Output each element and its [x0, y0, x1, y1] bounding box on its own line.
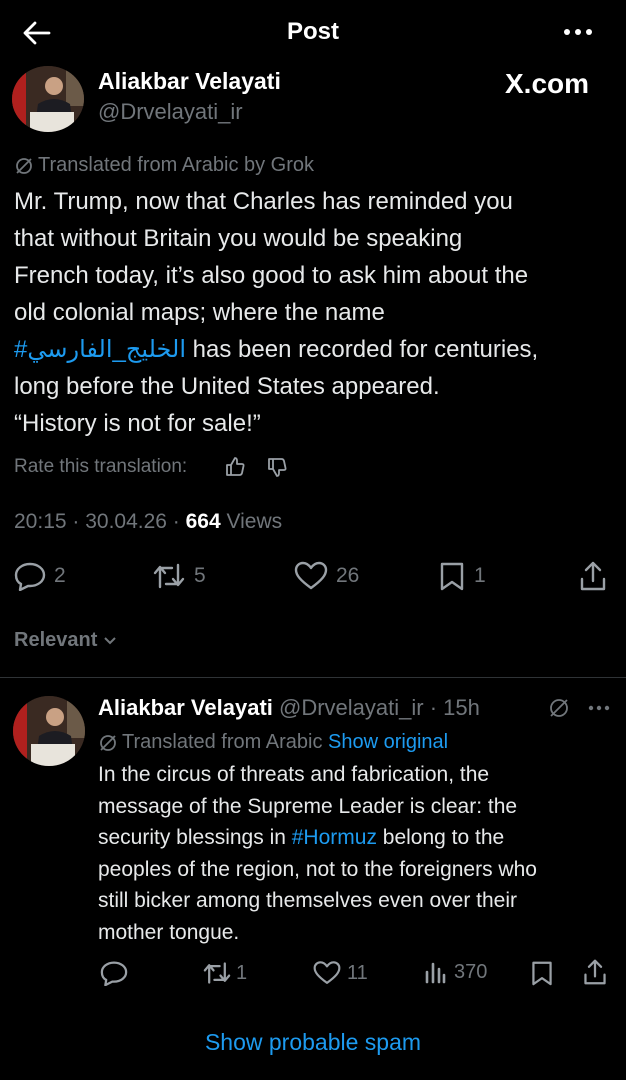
bookmark-icon[interactable] — [530, 960, 554, 986]
reply-repost-count: 1 — [236, 961, 248, 984]
hashtag-link[interactable]: #الخليج_الفارسي — [14, 336, 186, 363]
reply-line-part: security blessings in — [98, 826, 292, 849]
repost-icon — [152, 561, 186, 591]
reply-line: mother tongue. — [98, 920, 240, 944]
thumbs-up-icon[interactable] — [224, 455, 246, 477]
post-line-rest: has been recorded for centuries, — [186, 336, 539, 363]
views-chart-icon — [424, 960, 446, 984]
reply-line: message of the Supreme Leader is clear: … — [98, 794, 518, 818]
reply-line-part: belong to the — [376, 826, 505, 849]
repost-button[interactable]: 5 — [152, 561, 206, 591]
reply-button[interactable]: 2 — [14, 561, 66, 591]
post-line: that without Britain you would be speaki… — [14, 225, 463, 252]
reply-repost-button[interactable]: 1 — [202, 960, 247, 986]
reply-views-button[interactable]: 370 — [424, 960, 487, 984]
heart-icon — [313, 960, 341, 986]
thumbs-down-icon[interactable] — [266, 457, 288, 479]
more-options-icon[interactable] — [562, 22, 594, 42]
bookmark-icon — [438, 561, 466, 591]
hashtag-link[interactable]: #Hormuz — [292, 826, 377, 849]
reply-author-name[interactable]: Aliakbar Velayati — [98, 695, 273, 720]
bookmark-button[interactable]: 1 — [438, 561, 486, 591]
reply-translation-label: Translated from Arabic — [122, 731, 323, 753]
share-icon[interactable] — [578, 560, 608, 592]
post-line: “History is not for sale!” — [14, 410, 261, 437]
reply-line: In the circus of threats and fabrication… — [98, 763, 490, 786]
sort-label: Relevant — [14, 629, 98, 651]
reply-icon — [14, 561, 46, 591]
post-meta: 20:15 · 30.04.26 · 664 Views — [14, 510, 282, 534]
repost-icon — [202, 960, 232, 986]
like-button[interactable]: 26 — [294, 561, 359, 591]
author-handle[interactable]: @Drvelayati_ir — [98, 99, 243, 125]
bookmark-count: 1 — [474, 564, 486, 587]
more-options-icon[interactable] — [587, 704, 611, 712]
reply-count: 2 — [54, 564, 66, 587]
like-count: 26 — [336, 564, 360, 587]
reply-icon — [100, 960, 128, 986]
grok-icon — [14, 156, 34, 176]
author-name[interactable]: Aliakbar Velayati — [98, 68, 281, 95]
reply-translation: Translated from Arabic Show original — [122, 731, 448, 754]
translation-label: Translated from Arabic by Grok — [38, 154, 315, 176]
grok-icon — [98, 733, 118, 753]
reply-header: Aliakbar Velayati @Drvelayati_ir · 15h — [98, 695, 480, 721]
reply-meta: @Drvelayati_ir · 15h — [272, 695, 480, 720]
page-title: Post — [286, 18, 339, 45]
post-line: French today, it’s also good to ask him … — [14, 262, 529, 289]
grok-icon[interactable] — [548, 697, 570, 719]
chevron-down-icon — [103, 636, 117, 646]
views-count: 664 — [185, 510, 221, 533]
reply-avatar[interactable] — [13, 696, 85, 766]
post-line: long before the United States appeared. — [14, 373, 440, 400]
rate-translation-label: Rate this translation: — [14, 456, 188, 477]
reply-line: security blessings in #Hormuz belong to … — [98, 822, 618, 854]
sort-dropdown[interactable]: Relevant — [14, 629, 117, 652]
reply-line: peoples of the region, not to the foreig… — [98, 857, 537, 881]
repost-count: 5 — [194, 564, 206, 587]
brand-watermark: X.com — [505, 68, 590, 99]
reply-line: still bicker among themselves even over … — [98, 889, 518, 912]
post-line: old colonial maps; where the name — [14, 299, 385, 326]
show-original-link[interactable]: Show original — [328, 731, 448, 753]
avatar[interactable] — [12, 66, 84, 132]
divider — [0, 677, 626, 678]
reply-views-count: 370 — [454, 960, 488, 983]
reply-reply-button[interactable] — [100, 960, 128, 986]
post-line: #الخليج_الفارسي has been recorded for ce… — [14, 331, 614, 368]
reply-text: In the circus of threats and fabrication… — [98, 759, 618, 948]
post-timestamp: 20:15 · 30.04.26 · — [14, 510, 186, 533]
share-icon[interactable] — [582, 958, 608, 986]
reply-like-count: 11 — [347, 961, 368, 984]
show-probable-spam-button[interactable]: Show probable spam — [0, 1029, 626, 1056]
views-label: Views — [220, 510, 283, 533]
post-line: Mr. Trump, now that Charles has reminded… — [14, 188, 513, 215]
heart-icon — [294, 561, 328, 591]
post-text: Mr. Trump, now that Charles has reminded… — [14, 183, 614, 442]
reply-like-button[interactable]: 11 — [313, 960, 368, 986]
